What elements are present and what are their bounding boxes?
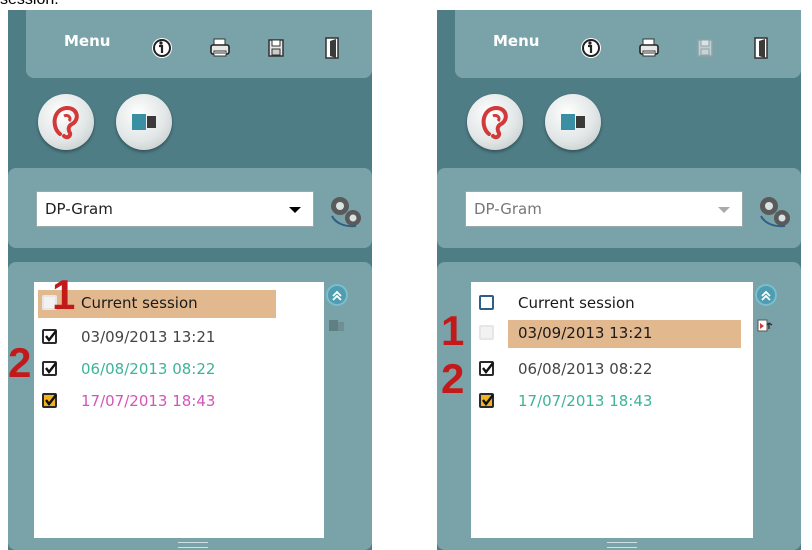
gear-icon[interactable] <box>326 194 366 230</box>
right-panel: Menu DP-Gram Current session 03/09/2013 … <box>437 10 801 550</box>
marker-2: 2 <box>8 339 32 386</box>
session-row[interactable]: 17/07/2013 18:43 <box>34 388 324 416</box>
menu-bar: Menu <box>26 10 372 78</box>
view-dropdown[interactable]: DP-Gram <box>36 191 314 227</box>
swap-session-icon[interactable] <box>755 314 777 336</box>
exit-door-icon[interactable] <box>320 36 344 60</box>
session-label: 06/08/2013 08:22 <box>81 360 216 378</box>
save-icon[interactable] <box>264 36 288 60</box>
session-row[interactable]: 03/09/2013 13:21 <box>471 320 761 348</box>
session-label: 17/07/2013 18:43 <box>81 392 216 410</box>
session-label: 03/09/2013 13:21 <box>518 324 653 342</box>
view-dropdown-value: DP-Gram <box>45 200 113 218</box>
session-checkbox[interactable] <box>479 361 494 376</box>
chevron-down-icon <box>289 207 301 213</box>
swap-session-icon[interactable] <box>326 314 348 336</box>
session-list: Current session 03/09/2013 13:21 06/08/2… <box>471 282 753 538</box>
view-dropdown-value: DP-Gram <box>474 200 542 218</box>
view-dropdown[interactable]: DP-Gram <box>465 191 743 227</box>
session-label: Current session <box>81 294 198 312</box>
menu-label[interactable]: Menu <box>493 32 539 50</box>
session-checkbox[interactable] <box>479 295 494 310</box>
session-checkbox[interactable] <box>42 329 57 344</box>
printer-icon[interactable] <box>208 36 232 60</box>
session-row[interactable]: Current session <box>471 290 761 318</box>
ear-button[interactable] <box>467 94 523 150</box>
gear-icon[interactable] <box>755 194 795 230</box>
session-row[interactable]: 06/08/2013 08:22 <box>471 356 761 384</box>
double-chevron-up-icon[interactable] <box>755 284 777 306</box>
resize-grip[interactable] <box>178 542 208 548</box>
session-checkbox[interactable] <box>479 393 494 408</box>
exit-door-icon[interactable] <box>749 36 773 60</box>
ear-icon <box>481 106 508 140</box>
info-icon[interactable] <box>150 36 174 60</box>
marker-1: 1 <box>52 271 76 318</box>
monitor-switch-button[interactable] <box>116 94 172 150</box>
save-icon[interactable] <box>693 36 717 60</box>
caption-text: session. <box>0 0 59 9</box>
menu-bar: Menu <box>455 10 801 78</box>
session-list: Current session 03/09/2013 13:21 06/08/2… <box>34 282 324 538</box>
session-row[interactable]: 06/08/2013 08:22 <box>34 356 324 384</box>
ear-icon <box>52 106 79 140</box>
menu-label[interactable]: Menu <box>64 32 110 50</box>
marker-1: 1 <box>441 307 465 354</box>
printer-icon[interactable] <box>637 36 661 60</box>
marker-2: 2 <box>441 355 465 402</box>
session-label: Current session <box>518 294 635 312</box>
monitor-switch-icon <box>561 114 585 130</box>
double-chevron-up-icon[interactable] <box>326 284 348 306</box>
session-checkbox[interactable] <box>42 393 57 408</box>
session-checkbox[interactable] <box>42 361 57 376</box>
monitor-switch-button[interactable] <box>545 94 601 150</box>
session-label: 03/09/2013 13:21 <box>81 328 216 346</box>
chevron-down-icon <box>718 207 730 213</box>
resize-grip[interactable] <box>607 542 637 548</box>
ear-button[interactable] <box>38 94 94 150</box>
session-row[interactable]: 03/09/2013 13:21 <box>34 324 324 352</box>
session-label: 17/07/2013 18:43 <box>518 392 653 410</box>
session-row[interactable]: Current session <box>34 290 324 318</box>
session-checkbox[interactable] <box>479 325 494 340</box>
session-label: 06/08/2013 08:22 <box>518 360 653 378</box>
info-icon[interactable] <box>579 36 603 60</box>
monitor-switch-icon <box>132 114 156 130</box>
left-panel: Menu DP-Gram Current session 03/09/2013 … <box>8 10 372 550</box>
session-row[interactable]: 17/07/2013 18:43 <box>471 388 761 416</box>
